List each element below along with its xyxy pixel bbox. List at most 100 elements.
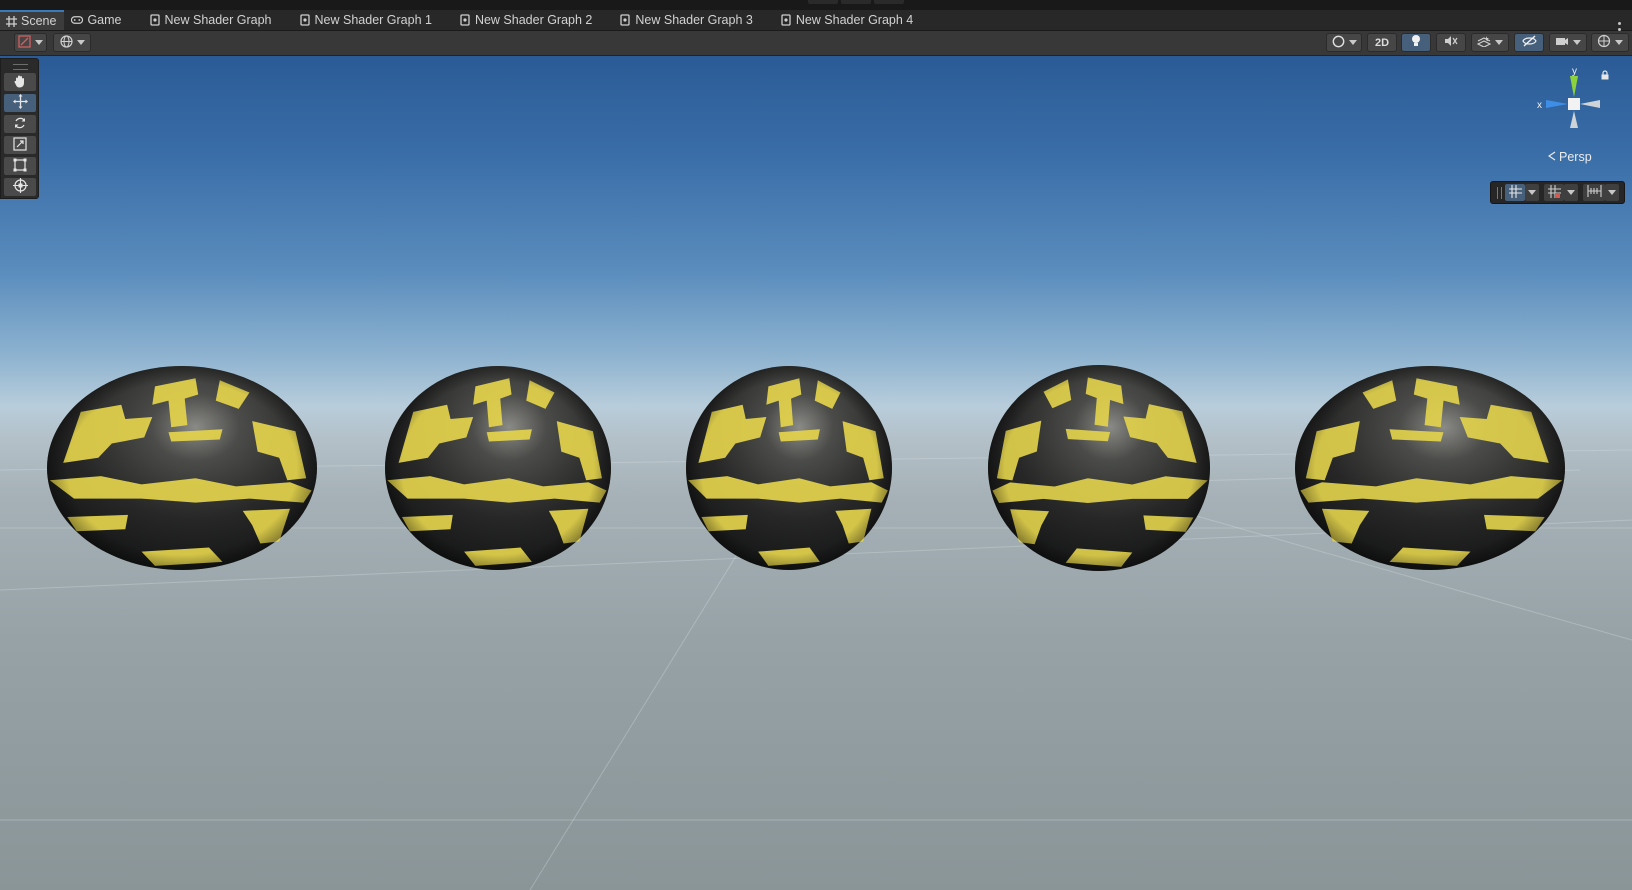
sphere-object[interactable] [686, 366, 892, 570]
increment-snap-icon [1547, 184, 1561, 201]
global-local-dropdown[interactable] [53, 33, 91, 52]
grid-icon [5, 15, 17, 27]
gizmo-globe-icon [1597, 34, 1611, 51]
chevron-down-icon [1348, 40, 1357, 45]
sphere-object[interactable] [988, 365, 1210, 571]
top-handle[interactable] [841, 0, 871, 4]
shader-graph-icon [780, 14, 792, 26]
tab-label: New Shader Graph 3 [635, 13, 753, 27]
move-tool-button[interactable] [4, 94, 36, 112]
gizmos-dropdown[interactable] [1591, 33, 1629, 52]
toggle-2d-button[interactable]: 2D [1367, 33, 1397, 52]
chevron-down-icon [1567, 190, 1575, 195]
shader-graph-icon [149, 14, 161, 26]
tab-label: New Shader Graph [164, 13, 272, 27]
transform-icon [12, 178, 28, 196]
rect-tool-button[interactable] [4, 157, 36, 175]
hand-tool-button[interactable] [4, 73, 36, 91]
globe-icon [59, 34, 73, 51]
shader-graph-icon [459, 14, 471, 26]
align-snap-button[interactable] [1583, 184, 1605, 201]
shader-graph-icon [619, 14, 631, 26]
camera-icon [1555, 36, 1569, 50]
drag-handle-icon[interactable] [13, 64, 28, 70]
tab-label: Game [87, 13, 122, 27]
chevron-down-icon [1615, 40, 1623, 45]
camera-dropdown[interactable] [1549, 33, 1587, 52]
neg-x-axis-cone[interactable] [1580, 100, 1600, 108]
rect-transform-icon [13, 158, 27, 175]
shading-mode-icon [18, 34, 31, 51]
sphere-object[interactable] [47, 366, 317, 570]
gizmo-x-label: x [1537, 100, 1542, 111]
z-axis-cone[interactable] [1546, 100, 1568, 108]
projection-toggle[interactable]: Persp [1547, 150, 1592, 164]
two-d-label: 2D [1374, 36, 1390, 49]
sphere-object[interactable] [1295, 366, 1565, 570]
y-axis-cone[interactable] [1570, 76, 1578, 97]
audio-muted-icon [1444, 35, 1458, 50]
shading-sphere-dropdown[interactable] [1326, 33, 1362, 52]
top-handle[interactable] [808, 0, 838, 4]
neg-y-axis-cone[interactable] [1570, 111, 1578, 128]
tab-new-shader-graph-1[interactable]: New Shader Graph 1 [294, 10, 440, 30]
draw-mode-dropdown[interactable] [14, 33, 47, 52]
grid-dropdown[interactable] [1525, 184, 1539, 201]
scene-canvas[interactable] [0, 56, 1632, 890]
projection-label: Persp [1559, 150, 1592, 164]
tab-label: New Shader Graph 4 [795, 13, 914, 27]
grid-snap-icon [1508, 184, 1522, 201]
rotate-tool-button[interactable] [4, 115, 36, 133]
chevron-down-icon [76, 40, 85, 45]
light-bulb-icon [1411, 34, 1421, 51]
unity-scene-window: Scene Game New Shader Graph New Shader G… [0, 0, 1632, 890]
chevron-down-icon [1495, 40, 1503, 45]
chevron-down-icon [1608, 190, 1616, 195]
scale-tool-button[interactable] [4, 136, 36, 154]
chevron-down-icon [1528, 190, 1536, 195]
grid-snap-overlay [1490, 181, 1625, 204]
transform-tool-button[interactable] [4, 178, 36, 196]
effects-dropdown[interactable] [1471, 33, 1509, 52]
gizmo-center-cube[interactable] [1568, 98, 1580, 110]
drag-handle-icon[interactable] [1497, 187, 1502, 199]
chevron-left-icon [1547, 150, 1556, 164]
tab-new-shader-graph-4[interactable]: New Shader Graph 4 [775, 10, 921, 30]
grid-visibility-button[interactable] [1505, 184, 1525, 201]
gizmo-y-label: y [1572, 66, 1577, 77]
rotate-icon [13, 116, 27, 133]
toggle-audio-button[interactable] [1436, 33, 1466, 52]
tool-palette [0, 58, 39, 199]
snap-dropdown[interactable] [1564, 184, 1578, 201]
tab-game[interactable]: Game [66, 10, 129, 30]
effects-icon [1476, 35, 1492, 50]
ruler-icon [1586, 185, 1602, 200]
toggle-lighting-button[interactable] [1401, 33, 1431, 52]
tab-label: Scene [21, 14, 57, 28]
eye-slash-icon [1521, 35, 1537, 50]
tab-strip: Scene Game New Shader Graph New Shader G… [0, 10, 1632, 36]
scene-visibility-button[interactable] [1514, 33, 1544, 52]
tab-label: New Shader Graph 1 [314, 13, 432, 27]
gamepad-icon [71, 14, 84, 26]
lock-icon[interactable] [1600, 70, 1610, 80]
tab-label: New Shader Graph 2 [474, 13, 593, 27]
tab-new-shader-graph-3[interactable]: New Shader Graph 3 [614, 10, 760, 30]
hand-icon [13, 74, 27, 91]
scene-toolbar: 2D [0, 31, 1632, 56]
tab-new-shader-graph-2[interactable]: New Shader Graph 2 [454, 10, 600, 30]
align-dropdown[interactable] [1605, 184, 1619, 201]
orientation-gizmo[interactable]: y x [1530, 62, 1610, 142]
move-icon [12, 94, 28, 112]
scale-icon [13, 136, 27, 154]
title-bar [0, 0, 1632, 10]
top-handle[interactable] [874, 0, 904, 4]
shader-graph-icon [299, 14, 311, 26]
chevron-down-icon [1573, 40, 1581, 45]
scene-viewport[interactable] [0, 56, 1632, 890]
sphere-object[interactable] [385, 366, 611, 570]
increment-snap-button[interactable] [1544, 184, 1564, 201]
tab-new-shader-graph[interactable]: New Shader Graph [144, 10, 280, 30]
tab-scene[interactable]: Scene [0, 10, 65, 30]
chevron-down-icon [35, 40, 43, 45]
